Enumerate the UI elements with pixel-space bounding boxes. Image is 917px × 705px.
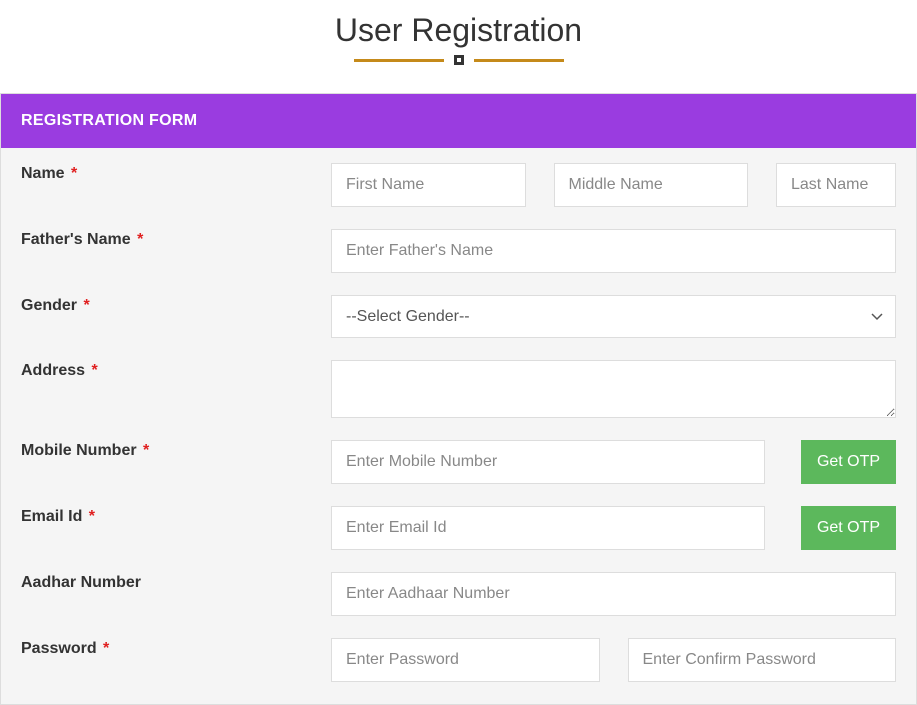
aadhar-input[interactable] (331, 572, 896, 616)
divider-square-icon (454, 55, 464, 65)
label-name: Name * (21, 163, 331, 183)
divider-line-left (354, 59, 444, 62)
required-asterisk: * (79, 297, 90, 314)
label-password: Password * (21, 638, 331, 658)
gender-select[interactable]: --Select Gender-- (331, 295, 896, 338)
required-asterisk: * (67, 165, 78, 182)
label-address: Address * (21, 360, 331, 380)
label-mobile: Mobile Number * (21, 440, 331, 460)
row-password: Password * (21, 638, 896, 682)
registration-form-container: REGISTRATION FORM Name * Father's Name * (0, 93, 917, 705)
row-father: Father's Name * (21, 229, 896, 273)
password-input[interactable] (331, 638, 600, 682)
address-textarea[interactable] (331, 360, 896, 418)
row-aadhar: Aadhar Number (21, 572, 896, 616)
label-father: Father's Name * (21, 229, 331, 249)
row-mobile: Mobile Number * Get OTP (21, 440, 896, 484)
label-email: Email Id * (21, 506, 331, 526)
mobile-input[interactable] (331, 440, 765, 484)
confirm-password-input[interactable] (628, 638, 897, 682)
email-input[interactable] (331, 506, 765, 550)
row-gender: Gender * --Select Gender-- (21, 295, 896, 338)
row-email: Email Id * Get OTP (21, 506, 896, 550)
divider-line-right (474, 59, 564, 62)
father-name-input[interactable] (331, 229, 896, 273)
mobile-get-otp-button[interactable]: Get OTP (801, 440, 896, 484)
last-name-input[interactable] (776, 163, 896, 207)
label-gender: Gender * (21, 295, 331, 315)
label-aadhar: Aadhar Number (21, 572, 331, 592)
first-name-input[interactable] (331, 163, 526, 207)
form-header: REGISTRATION FORM (1, 94, 916, 148)
required-asterisk: * (133, 231, 144, 248)
required-asterisk: * (87, 362, 98, 379)
title-divider (0, 55, 917, 65)
row-name: Name * (21, 163, 896, 207)
middle-name-input[interactable] (554, 163, 749, 207)
page-title: User Registration (0, 0, 917, 55)
required-asterisk: * (139, 442, 150, 459)
row-address: Address * (21, 360, 896, 418)
required-asterisk: * (84, 508, 95, 525)
form-body: Name * Father's Name * Gender * (1, 148, 916, 682)
required-asterisk: * (99, 640, 110, 657)
email-get-otp-button[interactable]: Get OTP (801, 506, 896, 550)
